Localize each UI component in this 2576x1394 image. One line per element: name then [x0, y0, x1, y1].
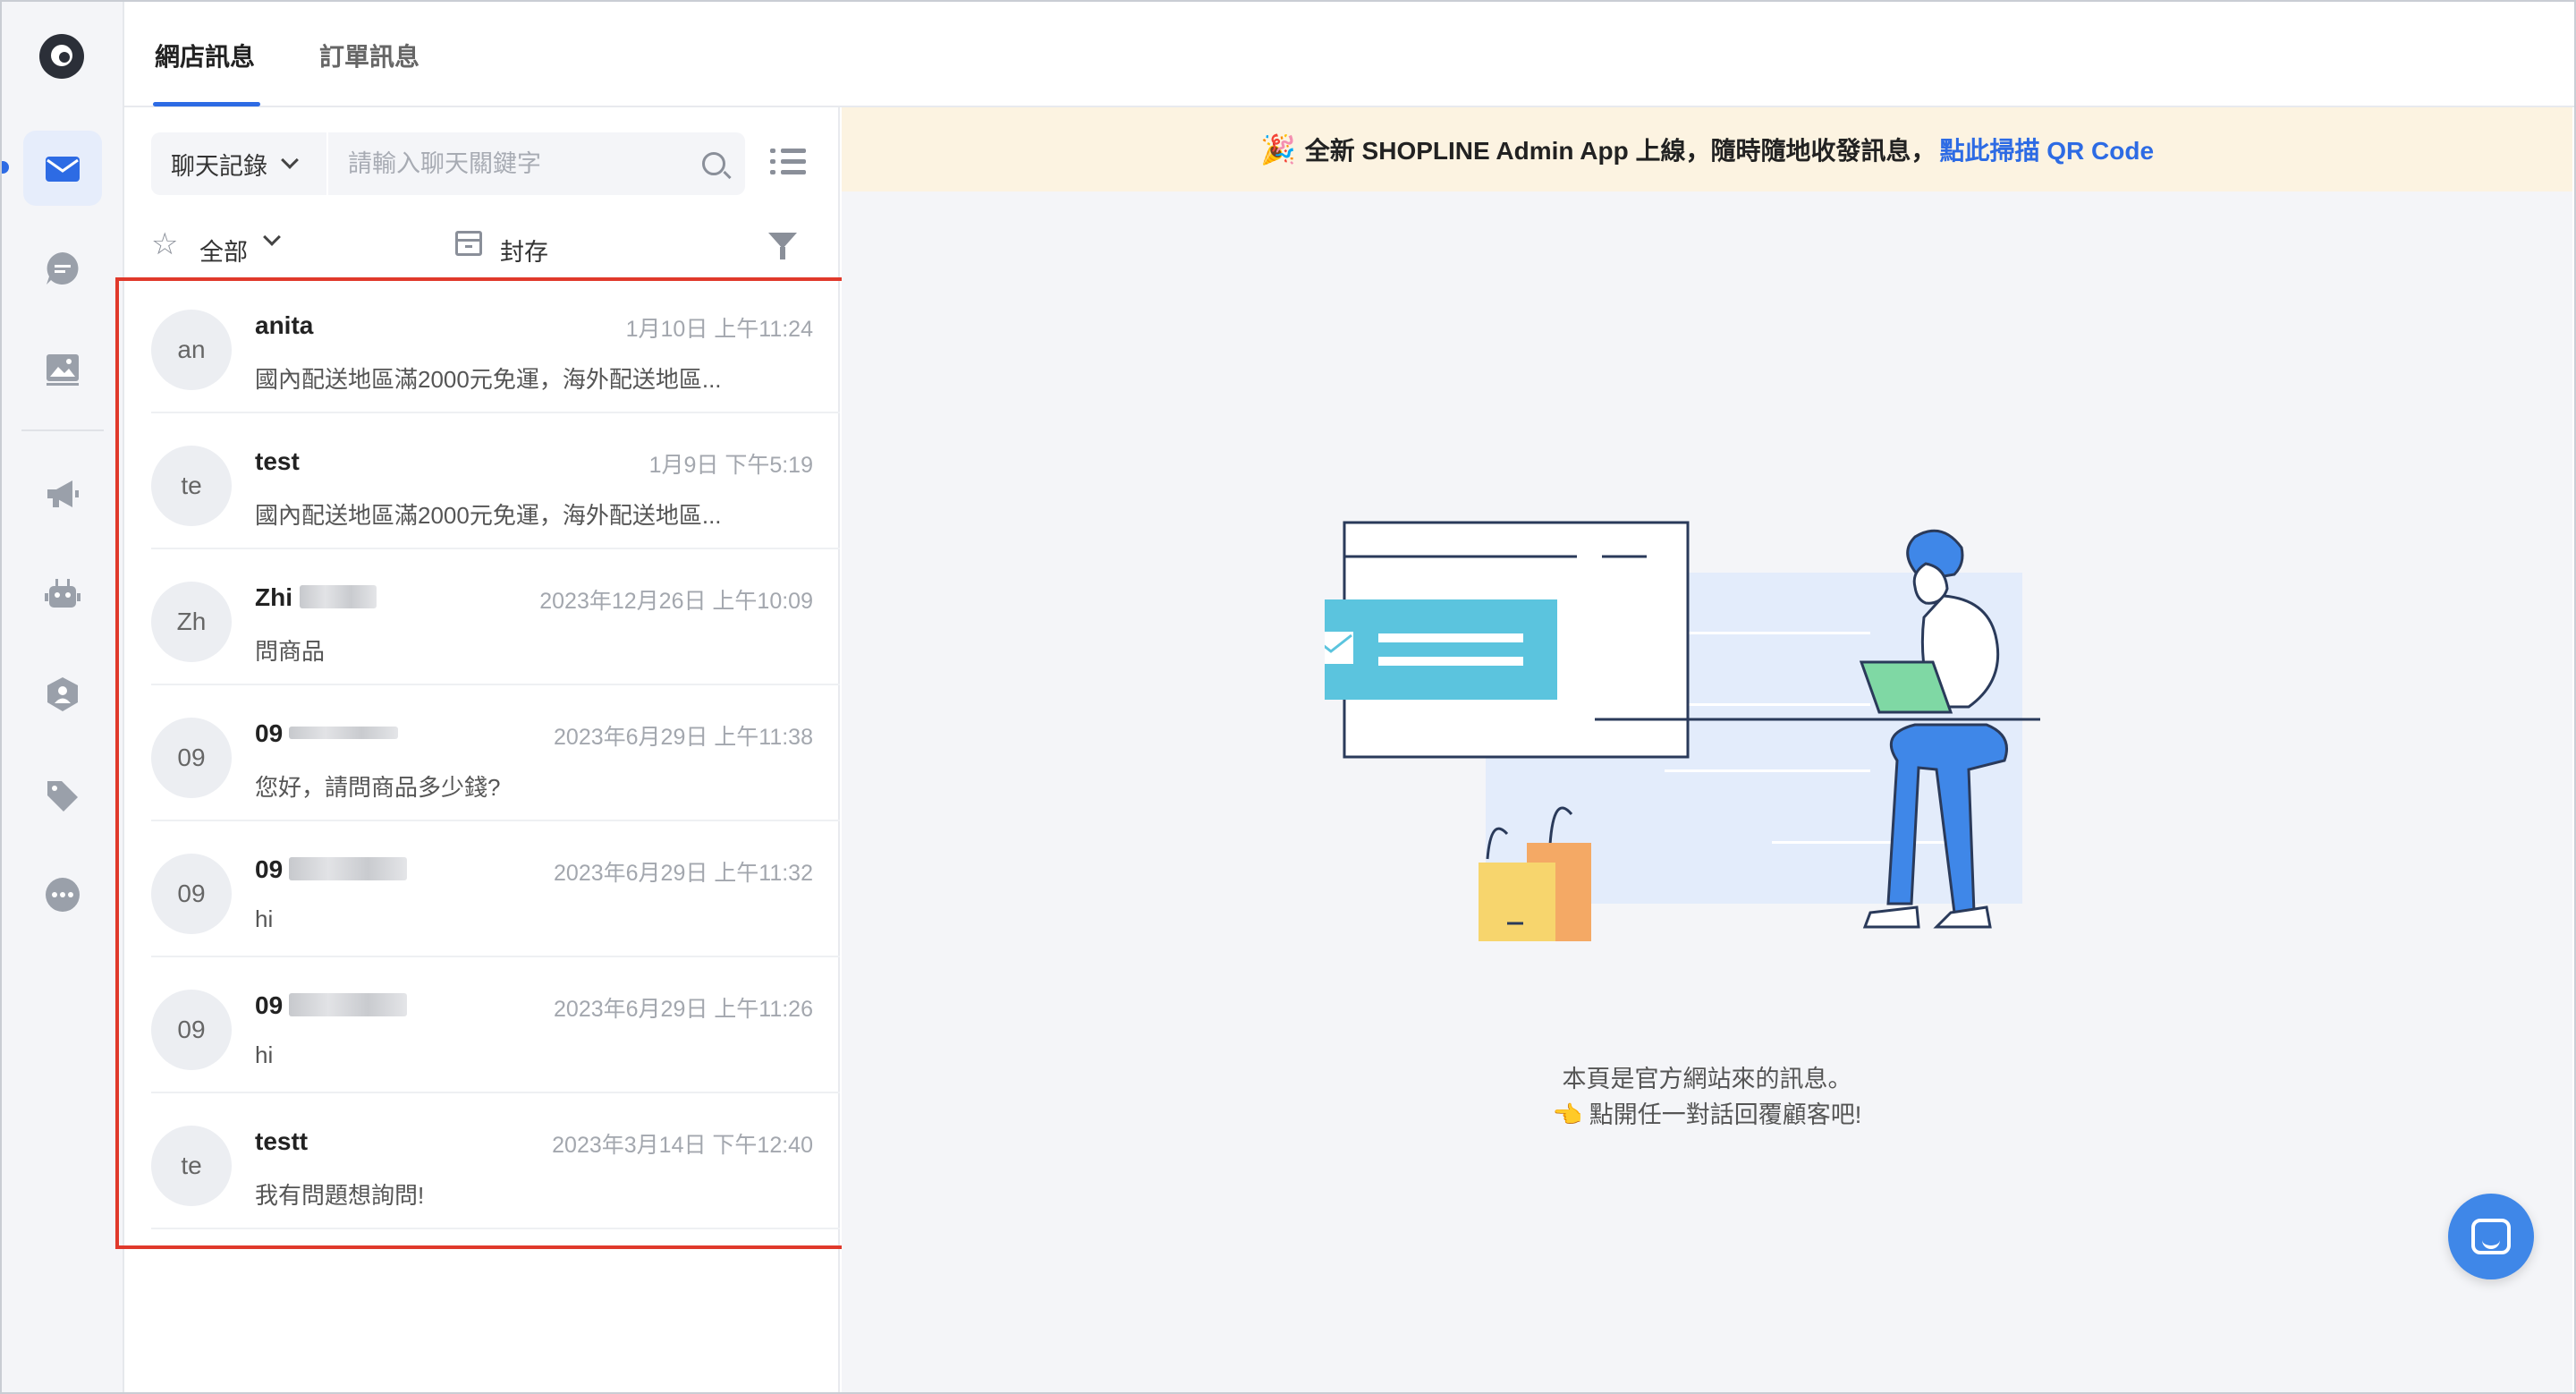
search-scope-label: 聊天記錄 — [171, 152, 267, 180]
nav-chat[interactable] — [23, 231, 102, 306]
conversation-name: 09 — [255, 719, 284, 747]
conversation-time: 2023年6月29日 上午11:32 — [554, 861, 813, 886]
empty-state-illustration — [1325, 521, 2040, 941]
nav-rail — [2, 2, 124, 1392]
top-tabs: 網店訊息 訂單訊息 — [124, 2, 2574, 107]
conversation-panel: 聊天記錄 ☆ 全部 封存 an anita 1月10日 上午11:24 國內 — [124, 107, 840, 1392]
conversation-preview: 國內配送地區滿2000元免運，海外配送地區... — [255, 366, 722, 393]
star-icon[interactable]: ☆ — [151, 229, 178, 259]
redacted-name — [289, 727, 398, 739]
avatar: an — [151, 310, 232, 390]
nav-customers[interactable] — [23, 657, 102, 732]
nav-tags[interactable] — [23, 757, 102, 832]
user-shield-icon — [47, 677, 78, 711]
help-chat-button[interactable] — [2448, 1194, 2534, 1279]
conversation-preview: hi — [255, 1041, 274, 1068]
conversation-item[interactable]: Zh Zhi 2023年12月26日 上午10:09 問商品 — [151, 549, 840, 685]
redacted-name — [300, 585, 377, 608]
nav-bot[interactable] — [23, 557, 102, 632]
conversation-item[interactable]: an anita 1月10日 上午11:24 國內配送地區滿2000元免運，海外… — [151, 277, 840, 413]
conversation-item[interactable]: 09 09 2023年6月29日 上午11:26 hi — [151, 957, 840, 1093]
archive-box-icon[interactable] — [455, 231, 482, 256]
app-window: 網店訊息 訂單訊息 聊天記錄 ☆ 全部 封存 an — [0, 0, 2576, 1394]
conversation-name: test — [255, 447, 300, 475]
announcement-banner: 🎉 全新 SHOPLINE Admin App 上線，隨時隨地收發訊息， 點此掃… — [842, 107, 2572, 191]
filter-row: ☆ 全部 封存 — [151, 224, 813, 268]
message-detail-pane: 🎉 全新 SHOPLINE Admin App 上線，隨時隨地收發訊息， 點此掃… — [842, 107, 2572, 1392]
envelope-icon — [46, 157, 80, 182]
redacted-name — [289, 993, 407, 1016]
chevron-down-icon[interactable] — [263, 228, 281, 246]
conversation-item[interactable]: te testt 2023年3月14日 下午12:40 我有問題想詢問! — [151, 1093, 840, 1229]
conversation-item[interactable]: 09 09 2023年6月29日 上午11:32 hi — [151, 821, 840, 957]
chat-icon — [2471, 1219, 2511, 1254]
avatar: 09 — [151, 854, 232, 934]
avatar: te — [151, 446, 232, 526]
conversation-name: testt — [255, 1127, 309, 1155]
list-view-icon[interactable] — [770, 147, 806, 177]
conversation-time: 2023年3月14日 下午12:40 — [552, 1133, 813, 1158]
shopline-logo-icon[interactable] — [39, 34, 84, 79]
avatar: 09 — [151, 990, 232, 1070]
chat-bubble-icon — [47, 252, 79, 285]
nav-broadcast[interactable] — [23, 456, 102, 531]
conversation-item[interactable]: te test 1月9日 下午5:19 國內配送地區滿2000元免運，海外配送地… — [151, 413, 840, 549]
qr-code-link[interactable]: 點此掃描 QR Code — [1939, 132, 2154, 167]
search-input[interactable] — [348, 132, 688, 195]
search-scope-dropdown[interactable]: 聊天記錄 — [151, 132, 326, 195]
image-gallery-icon — [47, 354, 79, 386]
banner-text: 全新 SHOPLINE Admin App 上線，隨時隨地收發訊息， — [1304, 137, 1936, 165]
chevron-down-icon — [281, 151, 299, 169]
conversation-time: 2023年12月26日 上午10:09 — [539, 589, 813, 614]
conversation-time: 2023年6月29日 上午11:26 — [554, 997, 813, 1022]
rail-divider — [21, 429, 104, 431]
conversation-time: 1月9日 下午5:19 — [648, 453, 813, 478]
conversation-name: 09 — [255, 991, 284, 1019]
conversation-name: Zhi — [255, 583, 292, 611]
active-tab-underline — [153, 102, 260, 106]
conversation-preview: hi — [255, 905, 274, 932]
nav-more[interactable] — [23, 857, 102, 932]
conversation-time: 1月10日 上午11:24 — [625, 317, 813, 342]
party-popper-icon: 🎉 — [1259, 133, 1296, 166]
active-indicator — [2, 161, 9, 174]
more-dots-icon — [46, 878, 80, 912]
conversation-preview: 您好，請問商品多少錢? — [255, 774, 501, 801]
search-icon[interactable] — [702, 152, 725, 175]
conversation-time: 2023年6月29日 上午11:38 — [554, 725, 813, 750]
avatar: 09 — [151, 718, 232, 798]
avatar: Zh — [151, 582, 232, 662]
nav-messages[interactable] — [23, 131, 102, 206]
robot-icon — [45, 579, 80, 608]
conversation-preview: 國內配送地區滿2000元免運，海外配送地區... — [255, 502, 722, 529]
conversation-preview: 我有問題想詢問! — [255, 1182, 425, 1209]
tag-icon — [47, 781, 78, 812]
avatar: te — [151, 1126, 232, 1206]
tab-shop-messages[interactable]: 網店訊息 — [155, 38, 255, 73]
conversation-name: anita — [255, 311, 314, 339]
redacted-name — [289, 857, 407, 880]
nav-media[interactable] — [23, 331, 102, 406]
search-box — [328, 132, 745, 195]
conversation-item[interactable]: 09 09 2023年6月29日 上午11:38 您好，請問商品多少錢? — [151, 685, 840, 821]
conversation-name: 09 — [255, 855, 284, 883]
megaphone-icon — [47, 480, 79, 507]
empty-state-line1: 本頁是官方網站來的訊息。 — [1562, 1066, 1852, 1092]
filter-all-dropdown[interactable]: 全部 — [199, 233, 248, 268]
conversation-list: an anita 1月10日 上午11:24 國內配送地區滿2000元免運，海外… — [151, 277, 840, 1229]
tab-order-messages[interactable]: 訂單訊息 — [319, 38, 419, 73]
empty-state-line2: 👈 點開任一對話回覆顧客吧! — [1552, 1101, 1862, 1128]
conversation-preview: 問商品 — [255, 638, 326, 665]
funnel-filter-icon[interactable] — [768, 233, 797, 259]
archive-filter-button[interactable]: 封存 — [500, 233, 548, 268]
